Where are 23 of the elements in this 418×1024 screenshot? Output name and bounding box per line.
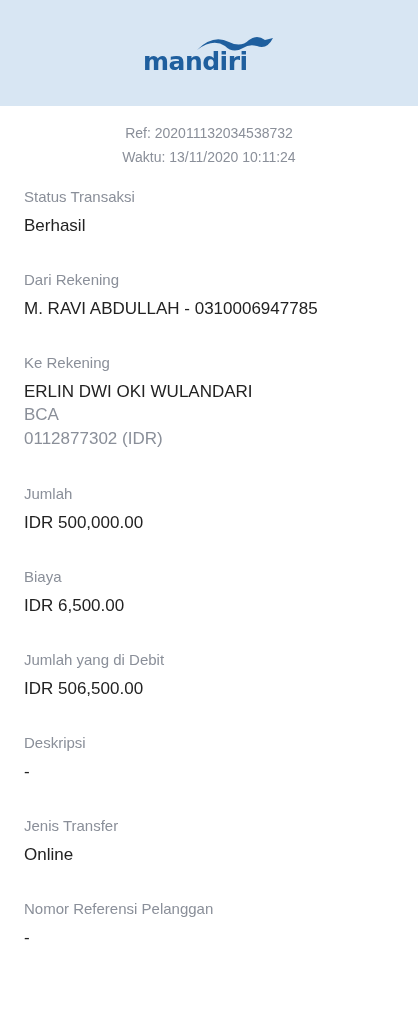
field-value: IDR 500,000.00 <box>24 512 145 534</box>
field-detail: BCA <box>24 404 60 426</box>
field-label: Jumlah <box>24 484 74 504</box>
field-value: - <box>24 927 31 949</box>
transaction-time: Waktu: 13/11/2020 10:11:24 <box>122 149 296 165</box>
field-value: IDR 6,500.00 <box>24 595 126 617</box>
field-value: Berhasil <box>24 215 87 237</box>
field-detail: 0112877302 (IDR) <box>24 428 164 450</box>
field-value: - <box>24 761 31 783</box>
field-label: Dari Rekening <box>24 270 121 290</box>
field-label: Biaya <box>24 567 63 587</box>
field-label: Deskripsi <box>24 733 87 753</box>
field-value: IDR 506,500.00 <box>24 678 145 700</box>
field-label: Status Transaksi <box>24 187 136 207</box>
reference-number: Ref: 202011132034538732 <box>125 125 293 141</box>
field-label: Nomor Referensi Pelanggan <box>24 899 215 919</box>
field-label: Jumlah yang di Debit <box>24 650 166 670</box>
field-value: M. RAVI ABDULLAH - 0310006947785 <box>24 298 319 320</box>
field-label: Ke Rekening <box>24 353 111 373</box>
field-value: Online <box>24 844 75 866</box>
logo-text: mandiri <box>143 49 248 74</box>
field-value: ERLIN DWI OKI WULANDARI <box>24 381 254 403</box>
field-label: Jenis Transfer <box>24 816 120 836</box>
